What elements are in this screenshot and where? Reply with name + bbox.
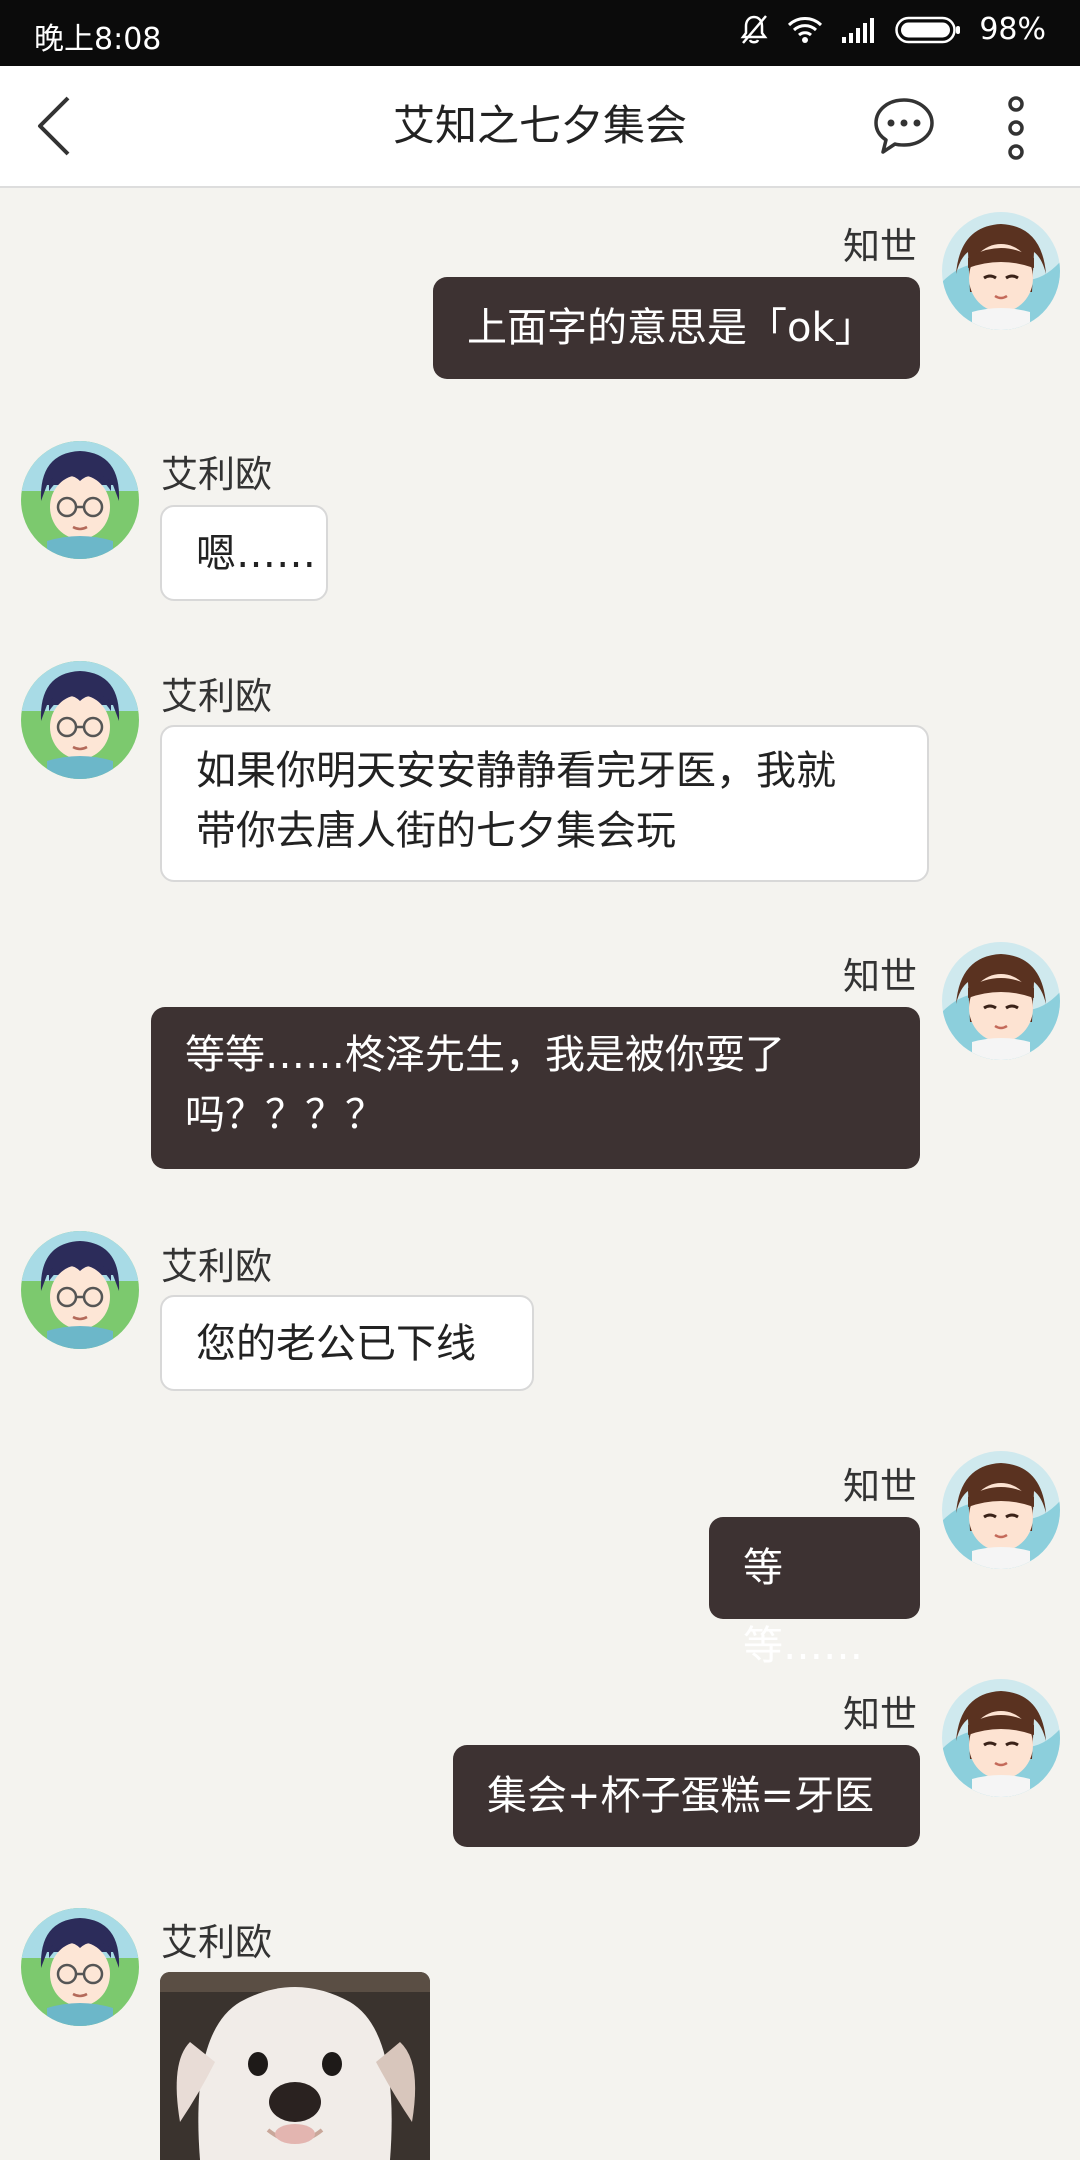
sender-name: 艾利欧 bbox=[161, 1921, 272, 1964]
message-bubble-outgoing[interactable]: 集会+杯子蛋糕=牙医 bbox=[453, 1745, 920, 1847]
silent-bell-icon bbox=[739, 14, 769, 46]
battery-icon bbox=[895, 16, 961, 44]
message-line: 等等……柊泽先生，我是被你耍了 bbox=[185, 1032, 785, 1078]
sender-name: 知世 bbox=[843, 1693, 917, 1736]
more-vertical-icon bbox=[1008, 96, 1024, 160]
avatar-ailiou[interactable] bbox=[21, 1231, 139, 1349]
sender-name: 知世 bbox=[843, 1465, 917, 1508]
sender-name: 知世 bbox=[843, 225, 917, 268]
sender-name: 艾利欧 bbox=[161, 675, 272, 718]
message-bubble-outgoing[interactable]: 等等…… bbox=[709, 1517, 920, 1669]
message-bubble-outgoing[interactable]: 等等……柊泽先生，我是被你耍了 吗？？？？ bbox=[151, 1007, 920, 1169]
status-time: 晚上8:08 bbox=[34, 22, 162, 57]
wifi-icon bbox=[787, 16, 823, 44]
chat-header: 艾知之七夕集会 bbox=[0, 66, 1080, 188]
avatar-zhishi[interactable] bbox=[942, 212, 1060, 330]
sender-name: 艾利欧 bbox=[161, 453, 272, 496]
dog-photo bbox=[160, 1972, 430, 2160]
avatar-zhishi[interactable] bbox=[942, 1679, 1060, 1797]
avatar-zhishi[interactable] bbox=[942, 942, 1060, 1060]
status-icons: 98% bbox=[739, 12, 1046, 47]
image-message[interactable] bbox=[160, 1972, 430, 2160]
back-button[interactable] bbox=[36, 96, 76, 156]
more-button[interactable] bbox=[1000, 96, 1032, 160]
sender-name: 艾利欧 bbox=[161, 1245, 272, 1288]
avatar-ailiou[interactable] bbox=[21, 661, 139, 779]
battery-percent: 98% bbox=[979, 12, 1046, 47]
back-arrow-icon bbox=[38, 96, 70, 156]
status-bar: 晚上8:08 98% bbox=[0, 0, 1080, 66]
message-bubble-outgoing[interactable]: 上面字的意思是「ok」 bbox=[433, 277, 920, 379]
signal-icon bbox=[841, 17, 877, 43]
message-bubble-incoming[interactable]: 嗯…… bbox=[160, 505, 328, 601]
message-line: 如果你明天安安静静看完牙医，我就 bbox=[196, 748, 836, 794]
chat-options-button[interactable] bbox=[872, 96, 936, 156]
message-bubble-incoming[interactable]: 您的老公已下线 bbox=[160, 1295, 534, 1391]
message-bubble-incoming[interactable]: 如果你明天安安静静看完牙医，我就 带你去唐人街的七夕集会玩 bbox=[160, 725, 929, 882]
message-line: 吗？？？？ bbox=[185, 1092, 385, 1138]
avatar-ailiou[interactable] bbox=[21, 441, 139, 559]
avatar-ailiou[interactable] bbox=[21, 1908, 139, 2026]
message-line: 带你去唐人街的七夕集会玩 bbox=[196, 808, 676, 854]
avatar-zhishi[interactable] bbox=[942, 1451, 1060, 1569]
sender-name: 知世 bbox=[843, 955, 917, 998]
chat-bubble-icon bbox=[874, 98, 934, 154]
